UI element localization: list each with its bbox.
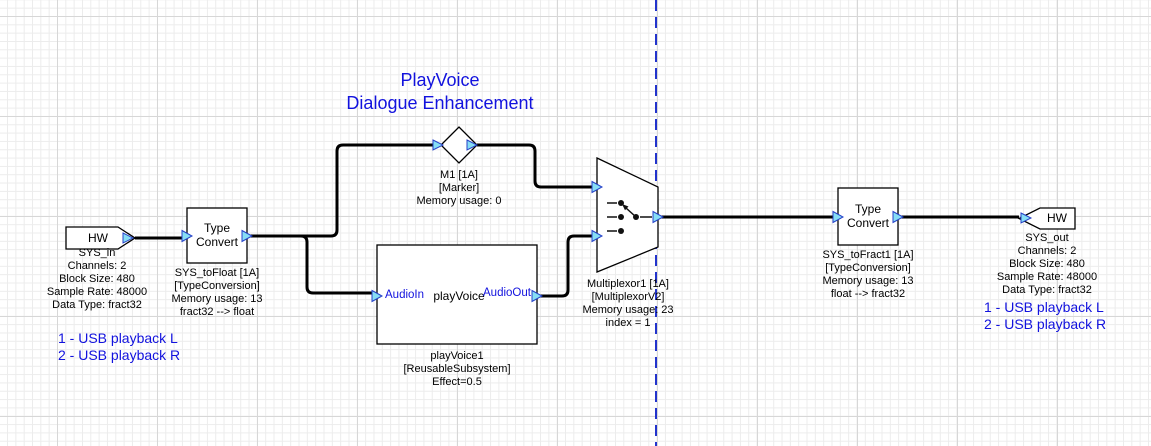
wire-typeconvert-to-marker[interactable]	[247, 145, 437, 236]
sys-in-caption: SYS_in Channels: 2 Block Size: 480 Sampl…	[47, 247, 147, 312]
playvoice-input-port-label: AudioIn	[385, 289, 424, 302]
sys-tofract-label: Type Convert	[847, 202, 889, 230]
sys-out-caption: SYS_out Channels: 2 Block Size: 480 Samp…	[997, 232, 1097, 297]
playvoice-caption: playVoice1 [ReusableSubsystem] Effect=0.…	[404, 350, 511, 389]
sys-tofloat-label: Type Convert	[196, 221, 238, 249]
marker-block[interactable]	[433, 127, 477, 163]
output-channels-annotation: 1 - USB playback L 2 - USB playback R	[984, 299, 1106, 333]
multiplexor-block[interactable]	[592, 158, 663, 272]
multiplexor-caption: Multiplexor1 [1A] [MultiplexorV2] Memory…	[582, 278, 673, 330]
sys-out-label: HW	[1047, 211, 1067, 225]
marker-caption: M1 [1A] [Marker] Memory usage: 0	[417, 169, 502, 208]
sys-tofloat-caption: SYS_toFloat [1A] [TypeConversion] Memory…	[171, 267, 262, 319]
sys-tofract-caption: SYS_toFract1 [1A] [TypeConversion] Memor…	[822, 249, 913, 301]
sys-in-label: HW	[88, 231, 108, 245]
diagram-title: PlayVoice Dialogue Enhancement	[346, 69, 533, 115]
input-channels-annotation: 1 - USB playback L 2 - USB playback R	[58, 330, 180, 364]
diagram-shapes	[0, 0, 1151, 446]
wire-typeconvert-to-playvoice[interactable]	[301, 236, 373, 293]
input-port-icon[interactable]	[433, 140, 443, 150]
playvoice-name: playVoice	[433, 289, 484, 303]
playvoice-output-port-label: AudioOut	[483, 287, 531, 300]
diagram-canvas[interactable]: PlayVoice Dialogue Enhancement HW SYS_in…	[0, 0, 1151, 446]
